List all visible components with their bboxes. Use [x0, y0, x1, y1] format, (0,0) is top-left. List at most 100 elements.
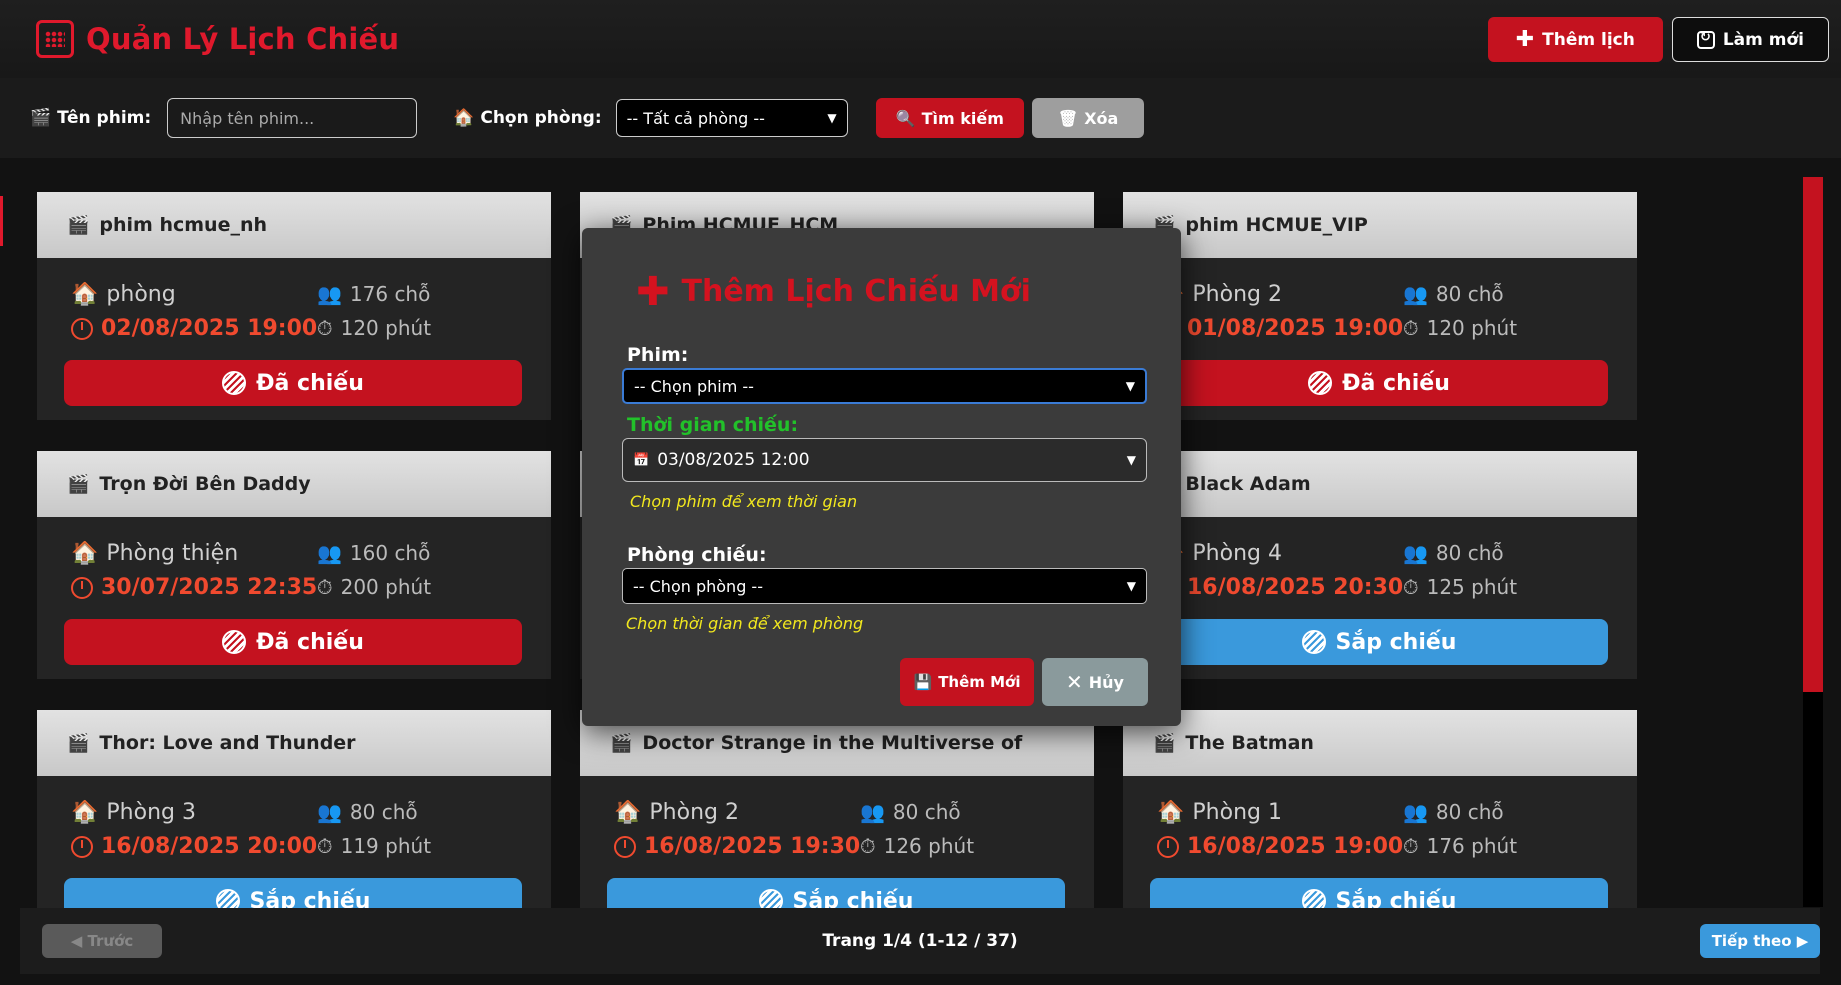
app-header: Quản Lý Lịch Chiếu ✚ Thêm lịch Làm mới — [0, 0, 1841, 78]
trash-icon: 🗑 — [1057, 108, 1079, 128]
header-actions: ✚ Thêm lịch Làm mới — [1487, 17, 1829, 62]
status-icon — [222, 371, 247, 395]
status-label: Sắp chiếu — [792, 888, 914, 909]
seat-count: 176 chỗ — [349, 282, 431, 306]
status-label: Sắp chiếu — [1335, 888, 1457, 909]
status-badge[interactable]: Đã chiếu — [1150, 360, 1608, 406]
status-icon — [222, 630, 247, 654]
movie-title: Thor: Love and Thunder — [99, 732, 356, 754]
showtime: 30/07/2025 22:35 — [71, 575, 317, 600]
movie-title: Black Adam — [1185, 473, 1311, 495]
chevron-down-icon: ▼ — [1125, 379, 1135, 393]
status-badge[interactable]: Đã chiếu — [64, 619, 522, 665]
showtime: 16/08/2025 19:30 — [614, 834, 860, 859]
card-body: 🏠 Phòng thiện 👥 160 chỗ 30/07/2025 22:35 ⏱… — [37, 517, 551, 679]
house-icon: 🏠 — [71, 282, 99, 307]
movie-select[interactable]: -- Chọn phim -- ▼ — [622, 368, 1147, 404]
status-badge[interactable]: Đã chiếu — [64, 360, 522, 406]
people-icon: 👥 — [317, 800, 342, 824]
add-schedule-button[interactable]: ✚ Thêm lịch — [1487, 17, 1663, 62]
movie-name-label-text: Tên phim: — [57, 108, 152, 128]
card-header: 🎬 phim HCMUE_VIP — [1123, 192, 1637, 258]
room-info: 🏠 Phòng 1 — [1157, 800, 1282, 825]
status-label: Sắp chiếu — [1335, 629, 1457, 655]
clear-button[interactable]: 🗑 Xóa — [1031, 98, 1145, 138]
status-icon — [1301, 630, 1326, 654]
showtime-hint: Chọn phim để xem thời gian — [630, 492, 858, 511]
room-name: Phòng thiện — [106, 541, 239, 566]
card-header: 🎬 The Batman — [1123, 710, 1637, 776]
schedule-card[interactable]: 🎬 Doctor Strange in the Multiverse of 🏠 Ph… — [580, 710, 1094, 908]
schedule-card[interactable]: 🎬 Thor: Love and Thunder 🏠 Phòng 3 👥 80 chỗ… — [37, 710, 551, 908]
movie-title: phim hcmue_nh — [99, 214, 268, 236]
refresh-button[interactable]: Làm mới — [1671, 17, 1829, 62]
status-badge[interactable]: Sắp chiếu — [1150, 619, 1608, 665]
duration: ⏱ 119 phút — [317, 834, 431, 858]
duration: ⏱ 200 phút — [317, 575, 431, 599]
schedule-card[interactable]: 🎬phim HCMUE_VIP 🏠Phòng 2 👥80 chỗ 01/08/2… — [1123, 192, 1637, 420]
status-icon — [1308, 371, 1333, 395]
status-badge[interactable]: Sắp chiếu — [607, 878, 1065, 908]
showtime-value: 30/07/2025 22:35 — [101, 575, 318, 600]
seat-info: 👥 80 chỗ — [1403, 541, 1504, 565]
seat-count: 80 chỗ — [349, 800, 418, 824]
schedule-card[interactable]: 🎬 phim hcmue_nh 🏠 phòng 👥 176 chỗ 02/08/202… — [37, 192, 551, 420]
stopwatch-icon: ⏱ — [317, 834, 333, 858]
movie-name-input[interactable] — [167, 98, 418, 138]
showtime-value: 16/08/2025 19:30 — [644, 834, 861, 859]
showtime: 16/08/2025 19:00 — [1157, 834, 1403, 859]
showtime-picker[interactable]: 📅 03/08/2025 12:00 ▼ — [622, 438, 1147, 482]
status-icon — [758, 889, 783, 908]
movie-title: Trọn Đời Bên Daddy — [99, 473, 311, 495]
calendar-icon: 📅 — [633, 452, 650, 468]
search-button[interactable]: 🔍 Tìm kiếm — [875, 98, 1024, 138]
clapperboard-icon: 🎬 — [67, 214, 90, 236]
status-label: Đã chiếu — [256, 370, 364, 396]
room-select[interactable]: -- Chọn phòng -- ▼ — [622, 568, 1147, 604]
cancel-button[interactable]: ✕ Hủy — [1042, 658, 1148, 706]
status-icon — [1301, 889, 1326, 908]
duration-value: 119 phút — [340, 834, 432, 858]
save-button[interactable]: 💾 Thêm Mới — [900, 658, 1034, 706]
card-body: 🏠 phòng 👥 176 chỗ 02/08/2025 19:00 ⏱ 120 ph… — [37, 258, 551, 420]
status-label: Đã chiếu — [1342, 370, 1450, 396]
house-icon: 🏠 — [1157, 800, 1185, 825]
scrollbar[interactable] — [1803, 177, 1823, 907]
status-badge[interactable]: Sắp chiếu — [1150, 878, 1608, 908]
people-icon: 👥 — [1403, 541, 1428, 565]
room-name: Phòng 4 — [1192, 541, 1282, 566]
seat-info: 👥 80 chỗ — [1403, 282, 1504, 306]
status-badge[interactable]: Sắp chiếu — [64, 878, 522, 908]
next-page-button[interactable]: Tiếp theo ▶ — [1700, 924, 1820, 958]
card-header: 🎬Black Adam — [1123, 451, 1637, 517]
search-icon: 🔍 — [895, 108, 916, 128]
duration: ⏱ 120 phút — [1403, 316, 1517, 340]
schedule-card[interactable]: 🎬Black Adam 🏠Phòng 4 👥80 chỗ 16/08/2025 … — [1123, 451, 1637, 679]
showtime-field-label: Thời gian chiếu: — [627, 414, 799, 436]
card-body: 🏠Phòng 4 👥80 chỗ 16/08/2025 20:30 ⏱125 p… — [1123, 517, 1637, 679]
house-icon: 🏠 — [71, 541, 99, 566]
schedule-card[interactable]: 🎬 Trọn Đời Bên Daddy 🏠 Phòng thiện 👥 160 ch… — [37, 451, 551, 679]
schedule-card[interactable]: 🎬 The Batman 🏠 Phòng 1 👥 80 chỗ 16/08/2025 … — [1123, 710, 1637, 908]
page-info: Trang 1/4 (1-12 / 37) — [822, 931, 1018, 951]
calendar-icon — [36, 20, 74, 58]
room-filter-label-text: Chọn phòng: — [480, 108, 602, 128]
clock-icon — [71, 576, 93, 599]
people-icon: 👥 — [1403, 800, 1428, 824]
seat-info: 👥 80 chỗ — [1403, 800, 1504, 824]
movie-title: phim HCMUE_VIP — [1185, 214, 1368, 236]
stopwatch-icon: ⏱ — [317, 575, 333, 599]
showtime-picker-value: 03/08/2025 12:00 — [657, 450, 810, 470]
card-header: 🎬 phim hcmue_nh — [37, 192, 551, 258]
seat-info: 👥 176 chỗ — [317, 282, 430, 306]
clapperboard-icon: 🎬 — [610, 732, 633, 754]
scrollbar-thumb[interactable] — [1803, 177, 1823, 692]
room-name: Phòng 3 — [106, 800, 196, 825]
stopwatch-icon: ⏱ — [317, 316, 333, 340]
search-button-label: Tìm kiếm — [921, 108, 1004, 128]
card-body: 🏠 Phòng 3 👥 80 chỗ 16/08/2025 20:00 ⏱ 119 p… — [37, 776, 551, 908]
card-header: 🎬 Trọn Đời Bên Daddy — [37, 451, 551, 517]
room-filter-select[interactable]: -- Tất cả phòng -- ▼ — [615, 99, 848, 137]
duration-value: 126 phút — [883, 834, 975, 858]
duration: ⏱ 176 phút — [1403, 834, 1517, 858]
